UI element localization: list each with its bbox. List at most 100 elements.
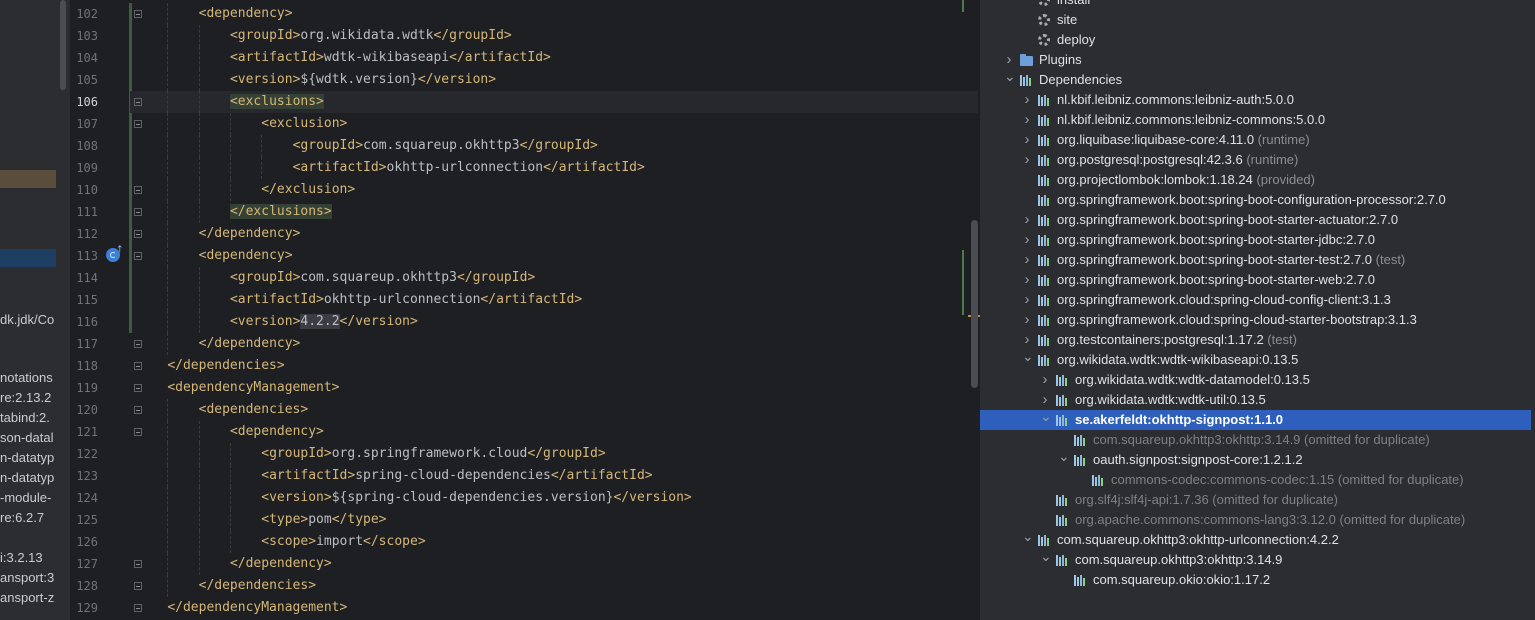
code-line[interactable]: <groupId>com.squareup.okhttp3</groupId> <box>230 267 535 289</box>
vcs-change-bar[interactable] <box>129 289 132 311</box>
chevron-right-icon[interactable]: › <box>1022 110 1032 130</box>
chevron-right-icon[interactable]: › <box>1022 150 1032 170</box>
code-line[interactable]: </dependencies> <box>199 575 316 597</box>
vcs-change-bar[interactable] <box>129 245 132 267</box>
tree-node[interactable]: org.projectlombok:lombok:1.18.24 (provid… <box>980 170 1531 190</box>
change-marker[interactable] <box>962 0 964 12</box>
tree-node[interactable]: › org.liquibase:liquibase-core:4.11.0 (ru… <box>980 130 1531 150</box>
tree-node[interactable]: › org.springframework.boot:spring-boot-st… <box>980 230 1531 250</box>
fold-toggle-icon[interactable] <box>134 230 142 238</box>
project-tree-item[interactable]: dk.jdk/Co <box>0 312 54 327</box>
chevron-right-icon[interactable]: › <box>1040 370 1050 390</box>
code-line[interactable]: </dependency> <box>199 333 301 355</box>
tree-node[interactable]: deploy <box>980 30 1531 50</box>
project-tree-item[interactable]: tabind:2. <box>0 410 50 425</box>
vcs-change-bar[interactable] <box>129 135 132 157</box>
code-line[interactable]: </exclusion> <box>261 179 355 201</box>
vcs-change-bar[interactable] <box>129 113 132 135</box>
tree-node[interactable]: › Plugins <box>980 50 1531 70</box>
tree-node[interactable]: › org.testcontainers:postgresql:1.17.2 (t… <box>980 330 1531 350</box>
chevron-down-icon[interactable]: ⌄ <box>1040 409 1052 430</box>
code-line[interactable]: <groupId>org.springframework.cloud</grou… <box>261 443 605 465</box>
code-line[interactable]: <artifactId>okhttp-urlconnection</artifa… <box>230 289 582 311</box>
fold-toggle-icon[interactable] <box>134 120 142 128</box>
chevron-down-icon[interactable]: ⌄ <box>1022 349 1034 370</box>
vcs-change-bar[interactable] <box>129 69 132 91</box>
chevron-right-icon[interactable]: › <box>1004 50 1014 70</box>
project-tree-item[interactable]: notations <box>0 370 53 385</box>
project-panel-scrollbar[interactable] <box>60 0 66 90</box>
code-line[interactable]: <dependency> <box>199 3 293 25</box>
code-line[interactable]: <dependency> <box>230 421 324 443</box>
code-line[interactable]: </exclusions> <box>229 201 332 223</box>
fold-toggle-icon[interactable] <box>134 340 142 348</box>
code-line[interactable]: <scope>import</scope> <box>261 531 425 553</box>
code-line[interactable]: </dependency> <box>199 223 301 245</box>
fold-toggle-icon[interactable] <box>134 428 142 436</box>
fold-toggle-icon[interactable] <box>134 208 142 216</box>
vcs-change-bar[interactable] <box>129 47 132 69</box>
tree-node[interactable]: › org.postgresql:postgresql:42.3.6 (runti… <box>980 150 1531 170</box>
code-line[interactable]: <artifactId>spring-cloud-dependencies</a… <box>261 465 652 487</box>
tree-node[interactable]: org.springframework.boot:spring-boot-con… <box>980 190 1531 210</box>
project-tree-item[interactable]: re:2.13.2 <box>0 390 51 405</box>
code-line[interactable]: </dependencies> <box>167 355 284 377</box>
project-tree-item[interactable]: -module- <box>0 490 51 505</box>
vcs-change-bar[interactable] <box>129 223 132 245</box>
code-line[interactable]: </dependencyManagement> <box>167 597 347 619</box>
maven-dependency-tree[interactable]: install site deploy › Plugins ⌄ Dependencies › n… <box>980 0 1535 620</box>
code-line[interactable]: <dependency> <box>199 245 293 267</box>
tree-node[interactable]: › nl.kbif.leibniz.commons:leibniz-auth:5.… <box>980 90 1531 110</box>
tree-node[interactable]: ⌄ org.wikidata.wdtk:wdtk-wikibaseapi:0.13… <box>980 349 1531 370</box>
tree-node[interactable]: › org.springframework.boot:spring-boot-st… <box>980 270 1531 290</box>
vcs-change-bar[interactable] <box>129 3 132 25</box>
tree-node[interactable]: › org.wikidata.wdtk:wdtk-util:0.13.5 <box>980 390 1531 410</box>
change-marker[interactable] <box>962 250 964 315</box>
code-line[interactable]: <artifactId>wdtk-wikibaseapi</artifactId… <box>230 47 551 69</box>
tree-node[interactable]: › org.springframework.boot:spring-boot-st… <box>980 250 1531 270</box>
chevron-down-icon[interactable]: ⌄ <box>1022 529 1034 550</box>
code-line[interactable]: <artifactId>okhttp-urlconnection</artifa… <box>293 157 645 179</box>
fold-toggle-icon[interactable] <box>134 252 142 260</box>
tree-node[interactable]: com.squareup.okhttp3:okhttp:3.14.9 (omit… <box>980 430 1531 450</box>
fold-toggle-icon[interactable] <box>134 10 142 18</box>
chevron-right-icon[interactable]: › <box>1022 130 1032 150</box>
code-line[interactable]: <type>pom</type> <box>261 509 386 531</box>
vcs-change-bar[interactable] <box>129 267 132 289</box>
project-tree-item[interactable]: n-datatyp <box>0 450 54 465</box>
tree-node[interactable]: com.squareup.okio:okio:1.17.2 <box>980 570 1531 590</box>
chevron-right-icon[interactable]: › <box>1022 290 1032 310</box>
vcs-change-bar[interactable] <box>129 179 132 201</box>
code-line[interactable]: <groupId>org.wikidata.wdtk</groupId> <box>230 25 512 47</box>
tree-node[interactable]: ⌄ com.squareup.okhttp3:okhttp:3.14.9 <box>980 549 1531 570</box>
tree-node[interactable]: install <box>980 0 1531 10</box>
chevron-right-icon[interactable]: › <box>1022 230 1032 250</box>
tree-node[interactable]: org.slf4j:slf4j-api:1.7.36 (omitted for … <box>980 490 1531 510</box>
fold-toggle-icon[interactable] <box>134 186 142 194</box>
tree-node[interactable]: commons-codec:commons-codec:1.15 (omitte… <box>980 470 1531 490</box>
chevron-down-icon[interactable]: ⌄ <box>1040 549 1052 570</box>
tree-node[interactable]: › nl.kbif.leibniz.commons:leibniz-commons… <box>980 110 1531 130</box>
project-tree-item[interactable]: re:6.2.7 <box>0 510 44 525</box>
tree-node[interactable]: ⌄ com.squareup.okhttp3:okhttp-urlconnecti… <box>980 529 1531 550</box>
vcs-change-bar[interactable] <box>129 25 132 47</box>
project-tree-item[interactable]: i:3.2.13 <box>0 550 43 565</box>
code-line[interactable]: <dependencyManagement> <box>167 377 339 399</box>
chevron-down-icon[interactable]: ⌄ <box>1058 449 1070 470</box>
tree-node[interactable]: ⌄ se.akerfeldt:okhttp-signpost:1.1.0 <box>980 409 1531 430</box>
tree-node[interactable]: ⌄ Dependencies <box>980 69 1531 90</box>
tree-node[interactable]: › org.springframework.boot:spring-boot-st… <box>980 210 1531 230</box>
tree-node[interactable]: › org.wikidata.wdtk:wdtk-datamodel:0.13.5 <box>980 370 1531 390</box>
project-tree-item[interactable]: ansport-z <box>0 590 54 605</box>
code-line[interactable]: <groupId>com.squareup.okhttp3</groupId> <box>293 135 598 157</box>
chevron-right-icon[interactable]: › <box>1022 210 1032 230</box>
chevron-right-icon[interactable]: › <box>1022 270 1032 290</box>
vcs-change-bar[interactable] <box>129 311 132 333</box>
vcs-change-bar[interactable] <box>129 201 132 223</box>
chevron-down-icon[interactable]: ⌄ <box>1004 69 1016 90</box>
fold-toggle-icon[interactable] <box>134 362 142 370</box>
chevron-right-icon[interactable]: › <box>1022 330 1032 350</box>
tree-node[interactable]: org.apache.commons:commons-lang3:3.12.0 … <box>980 510 1531 530</box>
project-tree-item[interactable]: n-datatyp <box>0 470 54 485</box>
project-tree-item[interactable]: ansport:3 <box>0 570 54 585</box>
